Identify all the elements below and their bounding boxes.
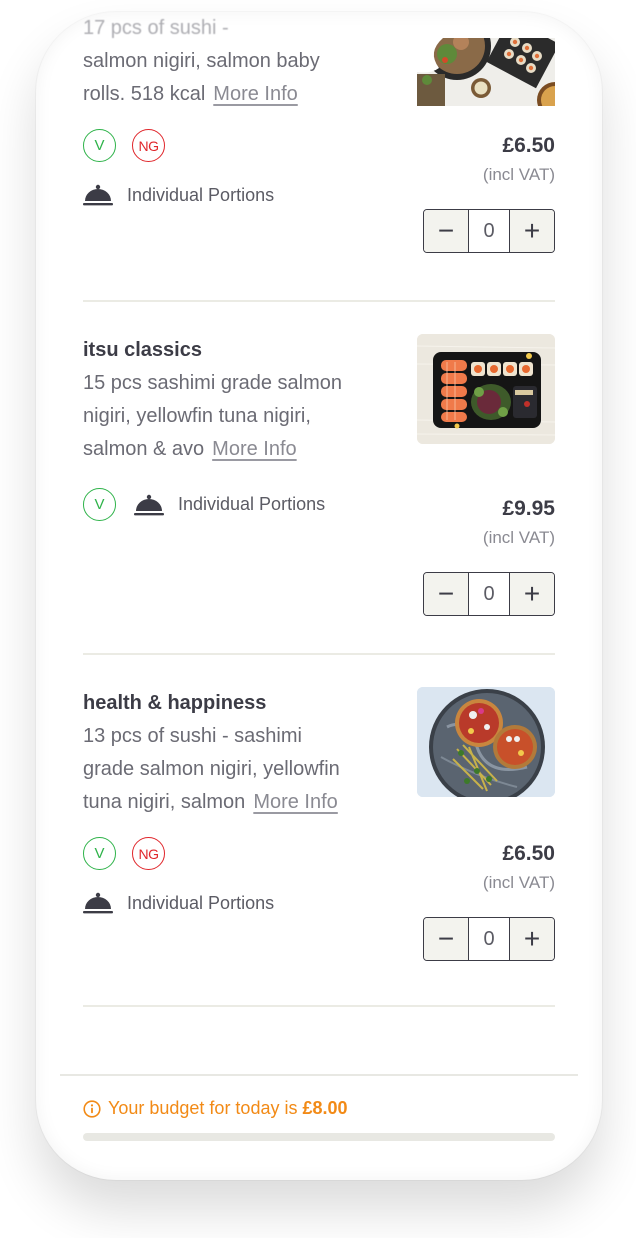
description-line: salmon & avo bbox=[83, 438, 205, 460]
decrease-quantity-button[interactable]: − bbox=[424, 573, 468, 615]
description-line: nigiri, yellowfin tuna nigiri, bbox=[83, 405, 311, 427]
item-photo[interactable] bbox=[417, 334, 555, 444]
portion-info: Individual Portions bbox=[134, 494, 325, 516]
quantity-value[interactable]: 0 bbox=[468, 573, 510, 615]
budget-progress-bar bbox=[83, 1133, 555, 1141]
item-price: £9.95 bbox=[502, 497, 555, 520]
menu-list: 17 pcs of sushi - salmon nigiri, salmon … bbox=[83, 12, 555, 1007]
vat-note: (incl VAT) bbox=[482, 873, 555, 892]
quantity-stepper: − 0 + bbox=[423, 917, 555, 961]
vat-note: (incl VAT) bbox=[482, 165, 555, 184]
decrease-quantity-button[interactable]: − bbox=[424, 918, 468, 960]
cloche-icon bbox=[83, 892, 113, 914]
menu-item: itsu classics 15 pcs sashimi grade salmo… bbox=[83, 302, 555, 655]
cloche-icon bbox=[134, 494, 164, 515]
portion-label: Individual Portions bbox=[178, 494, 326, 514]
budget-amount: £8.00 bbox=[302, 1098, 348, 1118]
item-photo[interactable] bbox=[417, 38, 555, 106]
description-line: tuna nigiri, salmon bbox=[83, 791, 246, 813]
more-info-link[interactable]: More Info bbox=[253, 791, 337, 813]
no-gluten-badge: NG bbox=[132, 837, 165, 870]
item-photo[interactable] bbox=[417, 687, 555, 797]
portion-info: Individual Portions bbox=[83, 892, 274, 914]
description-line: 15 pcs sashimi grade salmon bbox=[83, 372, 343, 394]
menu-item: 17 pcs of sushi - salmon nigiri, salmon … bbox=[83, 12, 555, 302]
item-description: itsu classics 15 pcs sashimi grade salmo… bbox=[83, 334, 393, 466]
info-icon bbox=[83, 1099, 101, 1118]
dietary-badges: V NG bbox=[83, 129, 274, 162]
screen: 17 pcs of sushi - salmon nigiri, salmon … bbox=[0, 0, 636, 1238]
description-line: 17 pcs of sushi - bbox=[83, 17, 229, 39]
description-line: 13 pcs of sushi - sashimi bbox=[83, 725, 302, 747]
description-line: grade salmon nigiri, yellowfin bbox=[83, 758, 340, 780]
more-info-link[interactable]: More Info bbox=[213, 83, 297, 105]
sushi-box-image bbox=[417, 334, 555, 444]
increase-quantity-button[interactable]: + bbox=[510, 918, 554, 960]
dietary-badges: V NG bbox=[83, 837, 274, 870]
item-description: health & happiness 13 pcs of sushi - sas… bbox=[83, 687, 393, 819]
item-title: itsu classics bbox=[83, 339, 202, 361]
increase-quantity-button[interactable]: + bbox=[510, 573, 554, 615]
item-title: health & happiness bbox=[83, 692, 267, 714]
vegetarian-badge: V bbox=[83, 837, 116, 870]
dietary-badges: V bbox=[83, 488, 116, 521]
item-description: 17 pcs of sushi - salmon nigiri, salmon … bbox=[83, 12, 393, 111]
budget-text: Your budget for today is bbox=[108, 1098, 298, 1118]
cloche-icon bbox=[83, 184, 113, 206]
vat-note: (incl VAT) bbox=[482, 528, 555, 547]
phone-frame: 17 pcs of sushi - salmon nigiri, salmon … bbox=[36, 12, 602, 1180]
quantity-value[interactable]: 0 bbox=[468, 918, 510, 960]
quantity-stepper: − 0 + bbox=[423, 572, 555, 616]
quantity-stepper: − 0 + bbox=[423, 209, 555, 253]
menu-item: health & happiness 13 pcs of sushi - sas… bbox=[83, 655, 555, 1007]
description-line: salmon nigiri, salmon baby bbox=[83, 50, 320, 72]
sushi-platter-image bbox=[417, 38, 555, 106]
portion-info: Individual Portions bbox=[83, 184, 274, 206]
vegetarian-badge: V bbox=[83, 488, 116, 521]
tostada-plate-image bbox=[417, 687, 555, 797]
portion-label: Individual Portions bbox=[127, 184, 275, 205]
more-info-link[interactable]: More Info bbox=[212, 438, 296, 460]
budget-message: Your budget for today is £8.00 bbox=[83, 1098, 578, 1119]
vegetarian-badge: V bbox=[83, 129, 116, 162]
quantity-value[interactable]: 0 bbox=[468, 210, 510, 252]
description-line: rolls. 518 kcal bbox=[83, 83, 206, 105]
item-price: £6.50 bbox=[502, 134, 555, 157]
item-price: £6.50 bbox=[502, 842, 555, 865]
portion-label: Individual Portions bbox=[127, 892, 275, 913]
no-gluten-badge: NG bbox=[132, 129, 165, 162]
budget-footer: Your budget for today is £8.00 bbox=[60, 1074, 578, 1141]
increase-quantity-button[interactable]: + bbox=[510, 210, 554, 252]
menu-scroll-area[interactable]: 17 pcs of sushi - salmon nigiri, salmon … bbox=[36, 12, 602, 1072]
decrease-quantity-button[interactable]: − bbox=[424, 210, 468, 252]
